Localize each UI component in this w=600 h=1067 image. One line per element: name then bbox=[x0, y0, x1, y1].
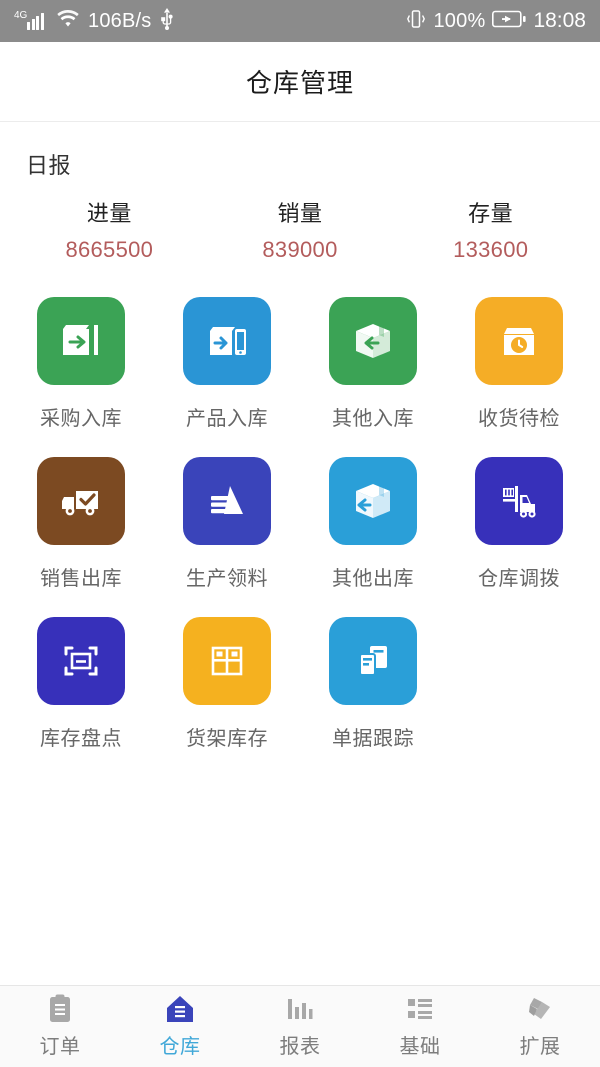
nav-item-extensions[interactable]: 扩展 bbox=[480, 994, 600, 1059]
nav-item-label: 报表 bbox=[279, 1036, 321, 1058]
usb-icon bbox=[159, 7, 175, 35]
vibrate-icon bbox=[406, 9, 426, 34]
menu-item-label: 生产领料 bbox=[186, 568, 268, 590]
stat-value: 8665500 bbox=[65, 237, 154, 262]
menu-item-label: 单据跟踪 bbox=[332, 728, 414, 750]
menu-item-production-picking[interactable]: 生产领料 bbox=[154, 449, 300, 601]
signal-strength-icon: 4G bbox=[14, 9, 48, 30]
menu-item-warehouse-transfer[interactable]: 仓库调拨 bbox=[446, 449, 592, 601]
bar-chart-icon bbox=[286, 994, 314, 1024]
tile-background bbox=[37, 617, 125, 705]
status-bar: 4G 106B/s 100% 18:08 bbox=[0, 0, 600, 42]
menu-grid-row: 采购入库 产品入库 其他入库 收货待检 bbox=[8, 289, 592, 441]
menu-cell-empty bbox=[446, 609, 592, 761]
menu-item-receipt-inspection[interactable]: 收货待检 bbox=[446, 289, 592, 441]
menu-item-product-inbound[interactable]: 产品入库 bbox=[154, 289, 300, 441]
battery-charging-icon bbox=[492, 10, 527, 33]
nav-item-label: 基础 bbox=[399, 1036, 441, 1058]
clock-label: 18:08 bbox=[533, 9, 586, 32]
menu-item-label: 其他入库 bbox=[332, 408, 414, 430]
tile-background bbox=[37, 457, 125, 545]
network-type-label: 4G bbox=[14, 9, 28, 21]
bottom-navigation-bar: 订单 仓库 报表 基础 扩展 bbox=[0, 985, 600, 1067]
truck-check-icon bbox=[56, 476, 106, 526]
menu-item-label: 库存盘点 bbox=[40, 728, 122, 750]
clipboard-icon bbox=[47, 994, 73, 1024]
tile-background bbox=[329, 457, 417, 545]
menu-grid: 采购入库 产品入库 其他入库 收货待检 销售出库 生产领料 其他出库 仓库调拨 … bbox=[0, 263, 600, 761]
menu-item-label: 销售出库 bbox=[40, 568, 122, 590]
nav-item-label: 订单 bbox=[39, 1036, 81, 1058]
content-area: 日报 进量 8665500 销量 839000 存量 133600 采购入库 产… bbox=[0, 122, 600, 985]
menu-item-label: 其他出库 bbox=[332, 568, 414, 590]
warehouse-home-icon bbox=[165, 994, 195, 1024]
list-grid-icon bbox=[406, 994, 434, 1024]
stat-name: 销量 bbox=[277, 201, 323, 226]
stat-value: 133600 bbox=[453, 237, 529, 262]
documents-track-icon bbox=[348, 636, 398, 686]
parcel-arrow-in-icon bbox=[348, 316, 398, 366]
material-stack-icon bbox=[202, 476, 252, 526]
crate-clock-icon bbox=[494, 316, 544, 366]
status-bar-left: 4G 106B/s bbox=[14, 7, 175, 35]
menu-item-label: 仓库调拨 bbox=[478, 568, 560, 590]
nav-item-warehouse[interactable]: 仓库 bbox=[120, 994, 240, 1059]
stat-name: 存量 bbox=[468, 201, 514, 226]
menu-item-shelf-stock[interactable]: 货架库存 bbox=[154, 609, 300, 761]
status-bar-right: 100% 18:08 bbox=[406, 9, 586, 34]
menu-item-purchase-inbound[interactable]: 采购入库 bbox=[8, 289, 154, 441]
menu-item-label: 收货待检 bbox=[478, 408, 560, 430]
menu-grid-row: 销售出库 生产领料 其他出库 仓库调拨 bbox=[8, 449, 592, 601]
menu-item-label: 产品入库 bbox=[186, 408, 268, 430]
box-arrow-right-icon bbox=[56, 316, 106, 366]
menu-item-label: 采购入库 bbox=[40, 408, 122, 430]
menu-item-label: 货架库存 bbox=[186, 728, 268, 750]
nav-item-label: 扩展 bbox=[519, 1036, 561, 1058]
nav-item-basics[interactable]: 基础 bbox=[360, 994, 480, 1059]
stat-item: 进量 8665500 bbox=[14, 196, 205, 263]
daily-report-label: 日报 bbox=[26, 153, 72, 178]
tile-background bbox=[475, 457, 563, 545]
stat-item: 销量 839000 bbox=[205, 196, 396, 263]
menu-grid-row: 库存盘点 货架库存 单据跟踪 bbox=[8, 609, 592, 761]
puzzle-extend-icon bbox=[525, 994, 555, 1024]
title-bar: 仓库管理 bbox=[0, 42, 600, 122]
nav-item-orders[interactable]: 订单 bbox=[0, 994, 120, 1059]
menu-item-document-tracking[interactable]: 单据跟踪 bbox=[300, 609, 446, 761]
parcel-arrow-out-icon bbox=[348, 476, 398, 526]
tile-background bbox=[183, 297, 271, 385]
tile-background bbox=[475, 297, 563, 385]
menu-item-other-outbound[interactable]: 其他出库 bbox=[300, 449, 446, 601]
stat-name: 进量 bbox=[86, 201, 132, 226]
scan-count-icon bbox=[56, 636, 106, 686]
forklift-icon bbox=[494, 476, 544, 526]
tile-background bbox=[183, 617, 271, 705]
menu-item-stock-count[interactable]: 库存盘点 bbox=[8, 609, 154, 761]
menu-item-other-inbound[interactable]: 其他入库 bbox=[300, 289, 446, 441]
nav-item-reports[interactable]: 报表 bbox=[240, 994, 360, 1059]
menu-item-sales-outbound[interactable]: 销售出库 bbox=[8, 449, 154, 601]
tile-background bbox=[37, 297, 125, 385]
wifi-icon bbox=[56, 9, 80, 33]
tile-background bbox=[329, 617, 417, 705]
network-speed-label: 106B/s bbox=[88, 9, 152, 32]
shelf-grid-icon bbox=[202, 636, 252, 686]
battery-percent-label: 100% bbox=[433, 9, 486, 32]
stats-row: 进量 8665500 销量 839000 存量 133600 bbox=[0, 196, 600, 263]
stat-item: 存量 133600 bbox=[395, 196, 586, 263]
tile-background bbox=[329, 297, 417, 385]
page-title: 仓库管理 bbox=[245, 68, 354, 98]
nav-item-label: 仓库 bbox=[159, 1036, 201, 1058]
app-root: 4G 106B/s 100% 18:08 仓库管理 日报 进量 8665500 … bbox=[0, 0, 600, 1067]
stat-value: 839000 bbox=[262, 237, 338, 262]
box-device-arrow-icon bbox=[202, 316, 252, 366]
tile-background bbox=[183, 457, 271, 545]
